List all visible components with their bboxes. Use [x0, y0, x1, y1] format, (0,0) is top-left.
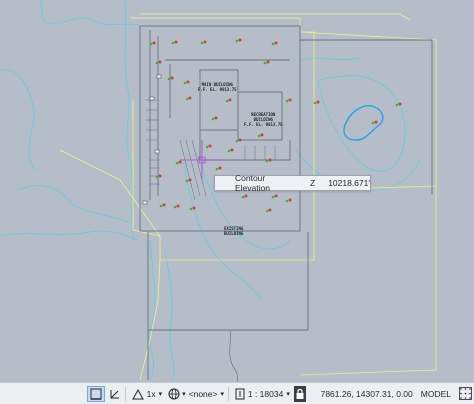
annotation-scale-button[interactable]: 1x ▾: [130, 386, 165, 402]
existing-building-label: EXISTING BUILDING: [224, 226, 244, 236]
autocad-window: MAIN BUILDING F.F. EL. 9813.75 RECREATIO…: [0, 0, 474, 404]
chevron-down-icon: ▾: [182, 390, 186, 398]
recreation-building-label: RECREATION BUILDING F.F. EL. 9813.75: [244, 112, 283, 127]
main-building-label: MAIN BUILDING F.F. EL. 9813.75: [198, 82, 237, 92]
viewport-scale-button[interactable]: 1 : 18034 ▾: [233, 386, 292, 402]
grid-icon: [90, 388, 102, 400]
chevron-down-icon: ▾: [220, 390, 224, 398]
globe-icon: [168, 388, 180, 399]
grid-display-button[interactable]: [457, 386, 474, 402]
grid-dots-icon: [459, 387, 472, 400]
cursor-coordinates: 7861.26, 14307.31, 0.00: [320, 388, 413, 399]
grid-toggle-button[interactable]: [86, 385, 105, 402]
crosshair-cursor: [180, 140, 222, 180]
annotation-visibility-value: <none>: [188, 388, 218, 399]
property-boundaries: [59, 13, 437, 381]
scale-icon: [235, 388, 245, 399]
angle-icon: [110, 389, 119, 398]
property-tooltip: Contour Elevation Z 10218.671': [214, 173, 371, 193]
chevron-down-icon: ▾: [286, 390, 290, 398]
lock-viewport-button[interactable]: [293, 385, 307, 402]
scale-multiplier: 1x: [146, 388, 156, 399]
annotation-visibility-button[interactable]: ▾ <none> ▾: [166, 386, 226, 402]
tooltip-property: Contour Elevation: [235, 173, 270, 193]
chevron-down-icon: ▾: [158, 390, 163, 398]
status-bar: 1x ▾ ▾ <none> ▾ 1 : 18034 ▾ 7861.26, 143…: [0, 382, 474, 404]
viewport-scale-value: 1 : 18034: [247, 388, 284, 399]
model-space-button[interactable]: MODEL: [421, 389, 451, 399]
annotation-scale-icon: [131, 388, 144, 399]
drawing-viewport[interactable]: MAIN BUILDING F.F. EL. 9813.75 RECREATIO…: [0, 0, 474, 382]
site-linework: [139, 25, 433, 382]
separator: [227, 386, 229, 401]
separator: [124, 386, 126, 401]
tooltip-value: 10218.671': [328, 178, 370, 188]
ortho-toggle-button[interactable]: [107, 386, 123, 402]
tooltip-axis: Z: [309, 178, 316, 188]
lock-icon: [296, 388, 304, 399]
